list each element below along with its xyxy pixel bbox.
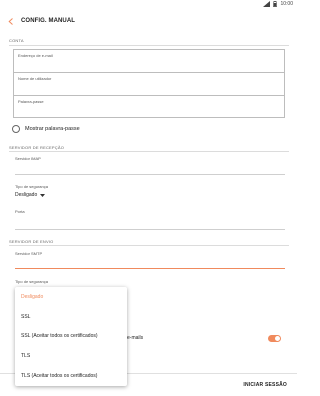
dropdown-arrow-icon (40, 193, 46, 197)
email-field[interactable]: Endereço de e-mail (14, 50, 284, 73)
smtp-server-label: Servidor SMTP (15, 251, 43, 256)
username-placeholder: Nome de utilizador (18, 76, 52, 81)
status-bar: 10:00 (0, 0, 297, 10)
menu-item-tls-accept-all[interactable]: TLS (Aceitar todos os certificados) (15, 366, 127, 386)
port-field[interactable] (15, 229, 285, 230)
section-divider (9, 245, 289, 246)
incoming-security-value: Desligado (15, 192, 38, 198)
section-header-account: CONTA (9, 38, 24, 43)
show-password-row[interactable]: Mostrar palavra-passe (12, 125, 80, 133)
menu-item-ssl-accept-all[interactable]: SSL (Aceitar todos os certificados) (15, 327, 127, 347)
section-header-outgoing: SERVIDOR DE ENVIO (9, 239, 54, 244)
security-type-menu: Desligado SSL SSL (Aceitar todos os cert… (15, 287, 127, 386)
status-icons: 10:00 (263, 1, 293, 7)
port-label: Porta (15, 209, 25, 214)
show-password-checkbox[interactable] (12, 125, 20, 133)
section-divider (9, 151, 289, 152)
toggle-row-label: e-mails (127, 335, 144, 341)
section-header-incoming: SERVIDOR DE RECEPÇÃO (9, 145, 65, 150)
account-fields: Endereço de e-mail Nome de utilizador Pa… (13, 49, 285, 118)
clock: 10:00 (280, 1, 293, 7)
smtp-server-field[interactable] (15, 268, 285, 269)
battery-icon (273, 1, 278, 7)
section-divider (9, 45, 289, 46)
back-arrow-icon (8, 17, 13, 25)
password-placeholder: Palavra-passe (18, 99, 44, 104)
app-bar: CONFIG. MANUAL (0, 10, 297, 32)
email-placeholder: Endereço de e-mail (18, 53, 53, 58)
menu-item-off[interactable]: Desligado (15, 287, 127, 307)
imap-server-label: Servidor IMAP (15, 156, 41, 161)
back-button[interactable] (1, 10, 21, 32)
username-field[interactable]: Nome de utilizador (14, 73, 284, 96)
imap-server-field[interactable] (15, 174, 285, 175)
menu-item-ssl[interactable]: SSL (15, 307, 127, 327)
toggle-switch[interactable] (268, 335, 281, 342)
sign-in-button[interactable]: INICIAR SESSÃO (243, 382, 287, 388)
password-field[interactable]: Palavra-passe (14, 96, 284, 119)
signal-icon (263, 1, 271, 7)
outgoing-security-label: Tipo de segurança (15, 279, 48, 284)
show-password-label: Mostrar palavra-passe (25, 126, 80, 132)
toggle-knob (275, 336, 280, 341)
incoming-security-dropdown[interactable]: Desligado (15, 192, 46, 198)
page-title: CONFIG. MANUAL (21, 18, 76, 24)
menu-item-tls[interactable]: TLS (15, 346, 127, 366)
incoming-security-label: Tipo de segurança (15, 184, 48, 189)
